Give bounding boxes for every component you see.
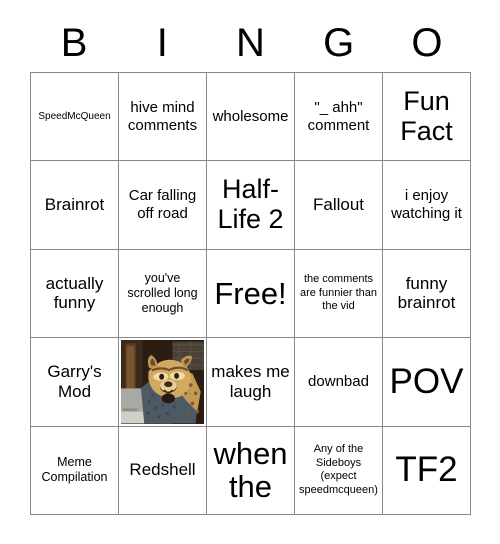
bingo-cell[interactable]: POV	[383, 338, 471, 427]
bingo-cell-label: Free!	[214, 275, 287, 311]
bingo-cell-label: TF2	[395, 449, 458, 489]
bingo-cell[interactable]: you've scrolled long enough	[119, 249, 207, 339]
bingo-cell-label: funny brainrot	[397, 273, 456, 313]
bingo-cell-label: POV	[389, 361, 464, 401]
header-letter-b: B	[60, 21, 88, 65]
bingo-cell-label: actually funny	[45, 273, 104, 313]
bingo-cell-label: Car falling off road	[128, 187, 197, 223]
bingo-cell-label: "_ ahh" comment	[307, 99, 370, 134]
bingo-cell-label: you've scrolled long enough	[127, 270, 198, 315]
bingo-cell[interactable]: funny brainrot	[383, 249, 471, 339]
bingo-cell-label: Garry's Mod	[47, 362, 102, 401]
bingo-cell-label: Fallout	[312, 195, 365, 215]
bingo-cell-image[interactable]	[119, 338, 207, 427]
bingo-header: B I N G O	[30, 14, 471, 72]
bingo-cell[interactable]: Any of the Sideboys (expect speedmcqueen…	[295, 426, 383, 515]
header-letter-i: I	[156, 21, 168, 65]
bingo-cell[interactable]: Fun Fact	[383, 73, 471, 162]
bingo-cell-label: Meme Compilation	[41, 455, 108, 485]
bingo-cell-label: SpeedMcQueen	[38, 110, 111, 122]
snow-leopard-meme-image	[121, 340, 204, 424]
bingo-cell-label: Half-Life 2	[217, 174, 284, 235]
bingo-cell-label: hive mind comments	[127, 99, 198, 134]
bingo-cell[interactable]: "_ ahh" comment	[295, 73, 383, 162]
bingo-cell-label: makes me laugh	[211, 362, 290, 401]
bingo-cell-label: Fun Fact	[400, 86, 453, 146]
bingo-cell[interactable]: actually funny	[31, 249, 119, 339]
header-letter-o: O	[411, 21, 443, 65]
bingo-cell[interactable]: SpeedMcQueen	[31, 73, 119, 162]
bingo-cell[interactable]: when the	[207, 426, 295, 515]
bingo-cell-label: downbad	[308, 373, 369, 391]
bingo-cell-label: Brainrot	[44, 195, 105, 215]
bingo-cell[interactable]: wholesome	[207, 73, 295, 162]
bingo-cell[interactable]: the comments are funnier than the vid	[295, 249, 383, 339]
bingo-grid: SpeedMcQueen hive mind comments wholesome "…	[30, 72, 471, 515]
bingo-cell[interactable]: hive mind comments	[119, 73, 207, 162]
bingo-cell[interactable]: Brainrot	[31, 161, 119, 250]
header-letter-g: G	[323, 21, 355, 65]
bingo-cell[interactable]: Car falling off road	[119, 161, 207, 250]
bingo-cell-label: when the	[213, 435, 288, 505]
bingo-cell-label: the comments are funnier than the vid	[299, 273, 378, 313]
bingo-cell[interactable]: Redshell	[119, 426, 207, 515]
bingo-cell[interactable]: makes me laugh	[207, 338, 295, 427]
bingo-cell[interactable]: Fallout	[295, 161, 383, 250]
bingo-cell[interactable]: Meme Compilation	[31, 426, 119, 515]
bingo-cell-free-space[interactable]: Free!	[207, 249, 295, 339]
header-letter-n: N	[236, 21, 265, 65]
bingo-cell-label: wholesome	[212, 107, 289, 125]
bingo-cell[interactable]: Garry's Mod	[31, 338, 119, 427]
bingo-cell[interactable]: Half-Life 2	[207, 161, 295, 250]
bingo-cell[interactable]: downbad	[295, 338, 383, 427]
bingo-cell[interactable]: i enjoy watching it	[383, 161, 471, 250]
bingo-cell-label: i enjoy watching it	[391, 187, 462, 223]
bingo-card: B I N G O SpeedMcQueen hive mind comments…	[0, 0, 500, 544]
bingo-cell-label: Redshell	[129, 460, 196, 480]
bingo-cell-label: Any of the Sideboys (expect speedmcqueen…	[299, 443, 378, 496]
bingo-cell[interactable]: TF2	[383, 426, 471, 515]
